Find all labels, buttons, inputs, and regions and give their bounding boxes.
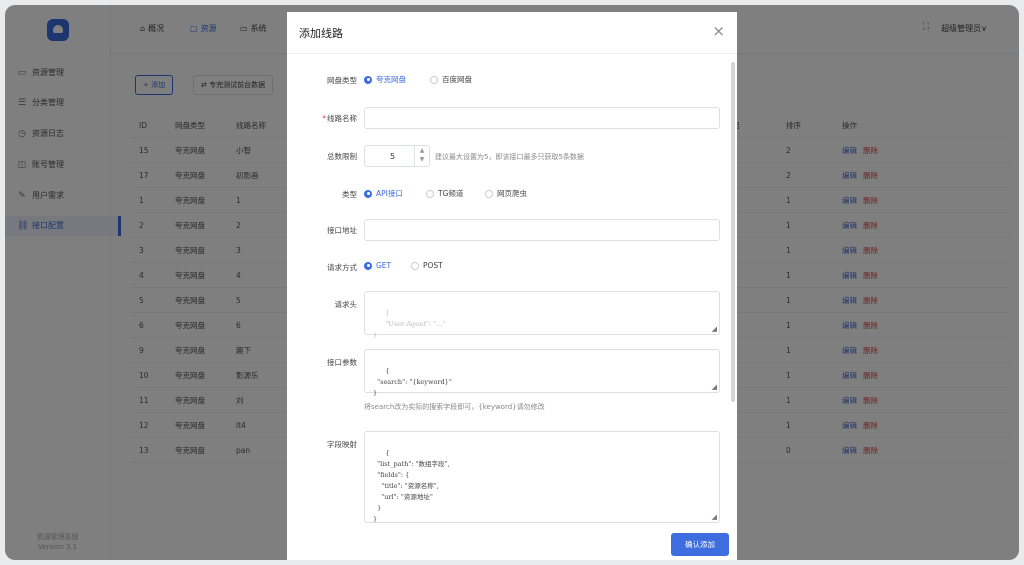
radio-label: 网页爬虫: [497, 189, 527, 198]
type-label: 类型: [342, 190, 357, 199]
radio-label: 百度网盘: [442, 75, 472, 84]
radio-dot: [485, 189, 493, 198]
radio-label: TG频道: [438, 189, 464, 198]
label-text: 线路名称: [327, 114, 357, 123]
dialog-scrollbar[interactable]: [731, 62, 735, 402]
resize-handle-icon[interactable]: ◢: [712, 514, 717, 521]
dialog-divider: [287, 53, 737, 54]
required-mark: *: [322, 114, 326, 123]
route-name-label: *线路名称: [293, 113, 357, 124]
radio-dot: [364, 261, 372, 270]
radio-tg[interactable]: TG频道: [426, 188, 463, 199]
radio-post[interactable]: POST: [411, 261, 443, 270]
mapping-label: 字段映射: [327, 440, 357, 449]
route-name-input[interactable]: [364, 107, 720, 129]
add-route-dialog: 添加线路 × 网盘类型 夸克网盘 百度网盘 *线路名称 总数限制 5 ▲ ▼ 建议…: [287, 12, 737, 560]
limit-stepper[interactable]: 5 ▲ ▼: [364, 145, 430, 167]
radio-dot: [411, 261, 419, 270]
close-icon[interactable]: ×: [712, 22, 725, 40]
radio-label: POST: [423, 261, 443, 270]
limit-value: 5: [390, 152, 396, 161]
headers-label: 请求头: [334, 300, 358, 309]
radio-dot: [426, 189, 434, 198]
radio-quark[interactable]: 夸克网盘: [364, 74, 406, 85]
radio-crawler[interactable]: 网页爬虫: [485, 188, 527, 199]
confirm-add-button[interactable]: 确认添加: [671, 533, 729, 556]
url-input[interactable]: [364, 219, 720, 241]
dialog-title: 添加线路: [299, 27, 343, 40]
radio-api[interactable]: API接口: [364, 188, 403, 199]
mapping-textarea[interactable]: { "list_path": "数组字段", "fields": { "titl…: [364, 431, 720, 523]
resize-handle-icon[interactable]: ◢: [712, 384, 717, 391]
radio-label: API接口: [376, 189, 403, 198]
stepper-arrows-icon[interactable]: ▲ ▼: [414, 146, 429, 166]
params-hint: 将search改为实际的搜索字段即可，{keyword}请勿修改: [364, 403, 545, 411]
radio-dot: [364, 189, 372, 198]
params-label: 接口参数: [327, 358, 357, 367]
mapping-value: { "list_path": "数组字段", "fields": { "titl…: [373, 449, 450, 523]
radio-dot: [430, 75, 438, 84]
resize-handle-icon[interactable]: ◢: [712, 326, 717, 333]
headers-textarea[interactable]: { "User-Agent": "..." } ◢: [364, 291, 720, 339]
method-label: 请求方式: [327, 263, 357, 272]
radio-baidu[interactable]: 百度网盘: [430, 74, 472, 85]
limit-hint: 建议最大设置为5，即该接口最多只获取5条数据: [435, 153, 584, 161]
disk-type-label: 网盘类型: [327, 76, 357, 85]
radio-dot: [364, 75, 372, 84]
radio-label: 夸克网盘: [376, 75, 406, 84]
params-value: { "search": "{keyword}" }: [373, 367, 452, 397]
params-textarea[interactable]: { "search": "{keyword}" } ◢: [364, 349, 720, 397]
radio-label: GET: [376, 261, 392, 270]
url-label: 接口地址: [327, 226, 357, 235]
limit-label: 总数限制: [327, 152, 357, 161]
radio-get[interactable]: GET: [364, 261, 391, 270]
app-window: ▭ 资源管理 ☰ 分类管理 ◷ 资源日志 ◫ 账号管理 ✎ 用户需求 ⛓ 接口配…: [5, 5, 1019, 560]
headers-placeholder: { "User-Agent": "..." }: [373, 309, 446, 339]
